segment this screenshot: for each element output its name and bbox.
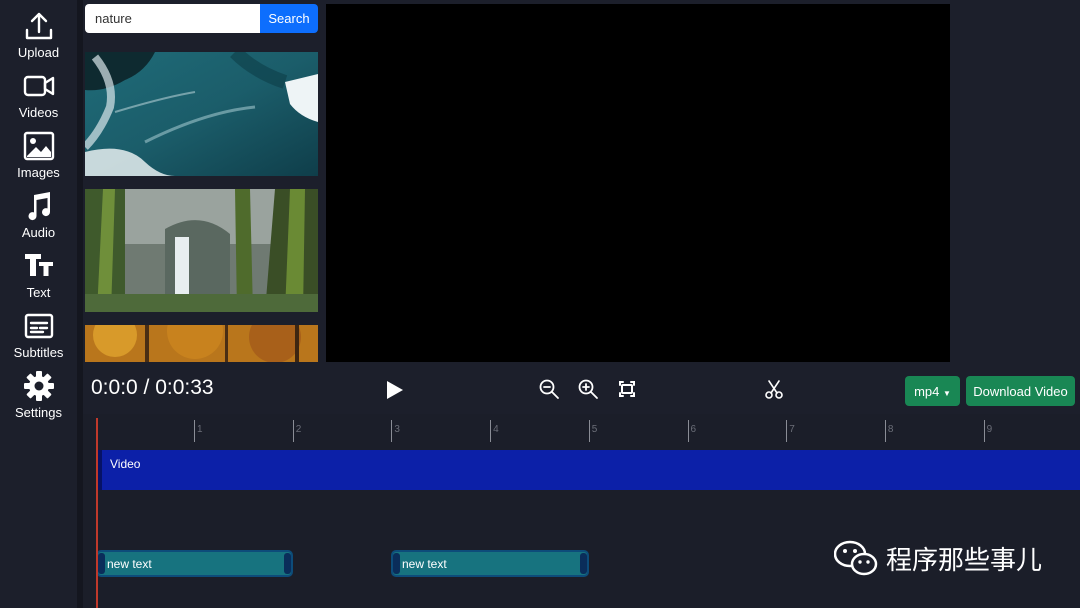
- sidebar-item-images[interactable]: Images: [0, 130, 77, 186]
- search-bar: Search: [85, 4, 318, 33]
- clip-handle-right[interactable]: [580, 553, 587, 574]
- zoom-in-icon[interactable]: [577, 378, 599, 400]
- sidebar-item-settings[interactable]: Settings: [0, 370, 77, 426]
- video-preview[interactable]: [326, 4, 950, 362]
- clip-handle-left[interactable]: [393, 553, 400, 574]
- music-note-icon: [28, 192, 50, 221]
- ruler-tick: [292, 420, 294, 442]
- ruler-tick: [884, 420, 886, 442]
- ruler-label: 5: [591, 424, 598, 435]
- video-track-label: Video: [110, 457, 141, 471]
- text-clip[interactable]: new text: [391, 550, 589, 577]
- ruler-tick: [687, 420, 689, 442]
- timeline-toolbar: 0:0:0 / 0:0:33 mp4 ▼ Download Video: [83, 368, 1080, 408]
- sidebar-item-label: Videos: [18, 105, 59, 120]
- text-clip-label: new text: [107, 557, 152, 571]
- fit-icon[interactable]: [616, 378, 638, 400]
- subtitles-icon: [24, 313, 53, 339]
- upload-icon: [25, 12, 52, 40]
- ruler-label: 1: [197, 424, 203, 435]
- ruler-tick: [490, 420, 492, 442]
- scissors-icon[interactable]: [763, 378, 785, 400]
- sidebar-item-label: Upload: [17, 45, 60, 60]
- image-icon: [23, 131, 54, 161]
- ruler-tick: [194, 420, 195, 442]
- sidebar-item-label: Audio: [21, 225, 56, 240]
- gear-icon: [23, 371, 54, 401]
- time-display: 0:0:0 / 0:0:33: [91, 376, 214, 399]
- ruler-label: 7: [789, 424, 795, 435]
- ruler-label: 9: [986, 424, 993, 435]
- sidebar-item-audio[interactable]: Audio: [0, 190, 77, 246]
- search-button[interactable]: Search: [260, 4, 318, 33]
- text-clip-label: new text: [402, 557, 447, 571]
- format-label: mp4: [914, 383, 940, 399]
- zoom-out-icon[interactable]: [538, 378, 560, 400]
- search-input[interactable]: [85, 4, 260, 33]
- timeline[interactable]: 1 2 3 4 5 6 7 8 9 Video new text new text: [83, 414, 1080, 608]
- sidebar-item-label: Images: [17, 165, 60, 180]
- sidebar-item-subtitles[interactable]: Subtitles: [0, 310, 77, 366]
- download-video-button[interactable]: Download Video: [966, 376, 1075, 406]
- format-dropdown[interactable]: mp4 ▼: [905, 376, 960, 406]
- ruler-tick: [588, 420, 590, 442]
- sidebar-item-text[interactable]: Text: [0, 250, 77, 306]
- ocean-waves-thumbnail[interactable]: [85, 52, 318, 176]
- playhead[interactable]: [96, 418, 98, 608]
- sidebar-item-label: Subtitles: [13, 345, 64, 360]
- sidebar-item-videos[interactable]: Videos: [0, 70, 77, 126]
- ruler-tick: [391, 420, 393, 442]
- clip-handle-right[interactable]: [284, 553, 291, 574]
- ruler-label: 2: [295, 424, 302, 435]
- autumn-forest-thumbnail[interactable]: [85, 325, 318, 362]
- ruler-tick: [983, 420, 985, 442]
- ruler-label: 8: [887, 424, 894, 435]
- sidebar-item-upload[interactable]: Upload: [0, 10, 77, 66]
- caret-down-icon: ▼: [943, 388, 951, 398]
- ruler-tick: [786, 420, 788, 442]
- ruler-label: 6: [690, 424, 697, 435]
- ruler-label: 4: [493, 424, 499, 435]
- video-camera-icon: [23, 75, 54, 97]
- video-track[interactable]: Video: [98, 450, 1080, 490]
- wechat-icon: [834, 540, 878, 576]
- watermark-text: 程序那些事儿: [886, 545, 1043, 576]
- ruler-label: 3: [394, 424, 400, 435]
- forest-waterfall-thumbnail[interactable]: [85, 189, 318, 312]
- text-clip[interactable]: new text: [96, 550, 293, 577]
- watermark: 程序那些事儿: [834, 538, 1042, 578]
- sidebar-item-label: Text: [26, 285, 51, 300]
- play-icon[interactable]: [385, 380, 405, 400]
- sidebar-item-label: Settings: [15, 405, 62, 420]
- text-icon: [24, 254, 53, 276]
- sidebar: Upload Videos Images Audio Text Subtitle…: [0, 0, 77, 608]
- clip-handle-left[interactable]: [98, 553, 105, 574]
